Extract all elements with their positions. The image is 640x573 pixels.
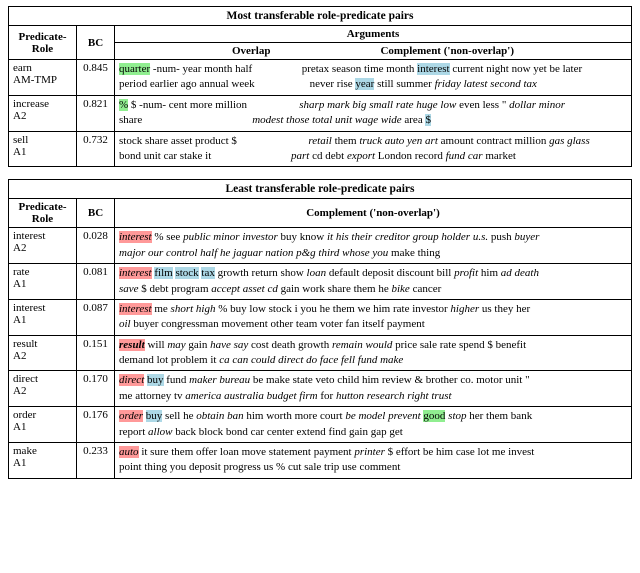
hl-film: film (154, 267, 172, 279)
bc-result-a2: 0.151 (77, 335, 115, 371)
hl-result-red: result (119, 339, 145, 351)
bottom-section-title: Least transferable role-predicate pairs (9, 180, 632, 199)
header-bc: BC (77, 26, 115, 60)
pred-role-increase: increase A2 (9, 95, 77, 131)
pred-role-make-a1: make A1 (9, 443, 77, 479)
table-row: result A2 0.151 result will may gain hav… (9, 335, 632, 371)
hl-percent: % (119, 99, 128, 111)
hl-buy2: buy (146, 410, 163, 422)
pred-role-rate-a1: rate A1 (9, 264, 77, 300)
bc-rate-a1: 0.081 (77, 264, 115, 300)
bc-earn: 0.845 (77, 60, 115, 96)
header-overlap-complement: Overlap Complement ('non-overlap') (115, 43, 632, 60)
top-table: Most transferable role-predicate pairs P… (8, 6, 632, 167)
bc-direct-a2: 0.170 (77, 371, 115, 407)
args-interest-a1: interest me short high % buy low stock i… (115, 299, 632, 335)
header2-predicate-role: Predicate-Role (9, 199, 77, 228)
header2-complement: Complement ('non-overlap') (115, 199, 632, 228)
hl-order-red: order (119, 410, 143, 422)
hl-year: year (355, 78, 374, 90)
hl-good: good (423, 410, 445, 422)
bottom-table: Least transferable role-predicate pairs … (8, 179, 632, 478)
pred-role-order-a1: order A1 (9, 407, 77, 443)
table-row: earn AM-TMP 0.845 quarter -num- year mon… (9, 60, 632, 96)
bc-make-a1: 0.233 (77, 443, 115, 479)
hl-stock: stock (175, 267, 198, 279)
main-container: Most transferable role-predicate pairs P… (0, 0, 640, 485)
header2-bc: BC (77, 199, 115, 228)
bc-interest-a1: 0.087 (77, 299, 115, 335)
table-row: direct A2 0.170 direct buy fund maker bu… (9, 371, 632, 407)
args-rate-a1: interest film stock tax growth return sh… (115, 264, 632, 300)
bc-increase: 0.821 (77, 95, 115, 131)
bc-interest-a2: 0.028 (77, 228, 115, 264)
top-section-title: Most transferable role-predicate pairs (9, 7, 632, 26)
header-arguments: Arguments (115, 26, 632, 43)
args-interest-a2: interest % see public minor investor buy… (115, 228, 632, 264)
bc-order-a1: 0.176 (77, 407, 115, 443)
table-row: make A1 0.233 auto it sure them offer lo… (9, 443, 632, 479)
header-predicate-role: Predicate-Role (9, 26, 77, 60)
pred-role-sell: sell A1 (9, 131, 77, 167)
args-make-a1: auto it sure them offer loan move statem… (115, 443, 632, 479)
table-row: interest A1 0.087 interest me short high… (9, 299, 632, 335)
args-order-a1: order buy sell he obtain ban him worth m… (115, 407, 632, 443)
hl-tax: tax (201, 267, 214, 279)
hl-dollar: $ (425, 114, 431, 126)
hl-direct-red: direct (119, 374, 144, 386)
pred-role-result-a2: result A2 (9, 335, 77, 371)
hl-quarter: quarter (119, 63, 150, 75)
hl-buy: buy (147, 374, 164, 386)
table-row: sell A1 0.732 stock share asset product … (9, 131, 632, 167)
table-row: increase A2 0.821 % $ -num- cent more mi… (9, 95, 632, 131)
hl-auto-red: auto (119, 446, 139, 458)
pred-role-interest-a2: interest A2 (9, 228, 77, 264)
overlap-label: Overlap (232, 45, 271, 57)
args-sell: stock share asset product $ retail them … (115, 131, 632, 167)
pred-role-direct-a2: direct A2 (9, 371, 77, 407)
hl-interest: interest (417, 63, 449, 75)
args-result-a2: result will may gain have say cost death… (115, 335, 632, 371)
hl-interest-red2: interest (119, 267, 152, 279)
args-direct-a2: direct buy fund maker bureau be make sta… (115, 371, 632, 407)
args-earn: quarter -num- year month half pretax sea… (115, 60, 632, 96)
complement-label: Complement ('non-overlap') (380, 45, 514, 57)
table-row: rate A1 0.081 interest film stock tax gr… (9, 264, 632, 300)
hl-interest-red3: interest (119, 303, 152, 315)
table-row: interest A2 0.028 interest % see public … (9, 228, 632, 264)
bc-sell: 0.732 (77, 131, 115, 167)
pred-role-interest-a1: interest A1 (9, 299, 77, 335)
args-increase: % $ -num- cent more million sharp mark b… (115, 95, 632, 131)
hl-interest-red: interest (119, 231, 152, 243)
pred-role-earn: earn AM-TMP (9, 60, 77, 96)
table-row: order A1 0.176 order buy sell he obtain … (9, 407, 632, 443)
